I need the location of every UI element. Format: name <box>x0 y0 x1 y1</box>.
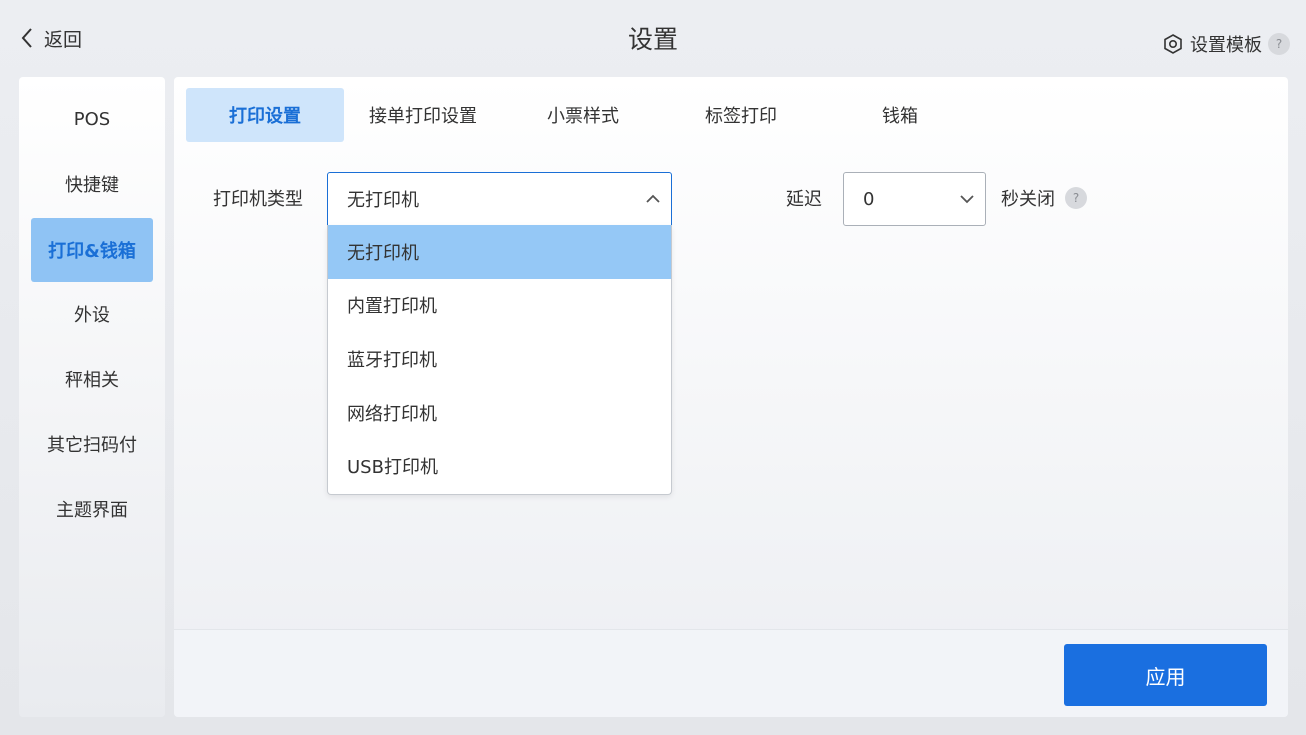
sidebar: POS 快捷键 打印&钱箱 外设 秤相关 其它扫码付 主题界面 <box>19 77 165 717</box>
delay-suffix-label: 秒关闭 <box>1001 189 1055 210</box>
main-panel: 打印设置 接单打印设置 小票样式 标签打印 钱箱 打印机类型 无打印机 无打印机… <box>174 77 1288 717</box>
hexagon-gear-icon <box>1164 34 1182 54</box>
chevron-down-icon <box>960 195 974 204</box>
printer-type-value: 无打印机 <box>347 190 419 211</box>
option-usb-printer[interactable]: USB打印机 <box>328 439 671 493</box>
apply-button[interactable]: 应用 <box>1064 644 1267 706</box>
printer-type-label: 打印机类型 <box>213 189 303 210</box>
sidebar-item-pos[interactable]: POS <box>31 87 153 151</box>
option-bluetooth-printer[interactable]: 蓝牙打印机 <box>328 332 671 386</box>
delay-select[interactable]: 0 <box>843 172 986 226</box>
tab-label-print[interactable]: 标签打印 <box>662 88 820 142</box>
settings-template-button[interactable]: 设置模板 ? <box>1162 30 1290 58</box>
tab-cashbox[interactable]: 钱箱 <box>821 88 979 142</box>
tab-order-print-settings[interactable]: 接单打印设置 <box>344 88 502 142</box>
sidebar-item-scale[interactable]: 秤相关 <box>31 347 153 411</box>
help-icon[interactable]: ? <box>1268 33 1290 55</box>
tab-print-settings[interactable]: 打印设置 <box>186 88 344 142</box>
footer-bar: 应用 <box>174 629 1288 717</box>
sidebar-item-shortcuts[interactable]: 快捷键 <box>31 152 153 216</box>
sidebar-item-other-scan-pay[interactable]: 其它扫码付 <box>31 412 153 476</box>
delay-label: 延迟 <box>786 189 822 210</box>
option-network-printer[interactable]: 网络打印机 <box>328 386 671 440</box>
settings-template-label: 设置模板 <box>1190 35 1262 56</box>
printer-type-select[interactable]: 无打印机 <box>327 172 672 226</box>
delay-help-icon[interactable]: ? <box>1065 187 1087 209</box>
delay-suffix-group: 秒关闭 ? <box>1001 185 1087 211</box>
sidebar-item-theme[interactable]: 主题界面 <box>31 477 153 541</box>
page-title: 设置 <box>627 25 678 54</box>
printer-type-dropdown: 无打印机 内置打印机 蓝牙打印机 网络打印机 USB打印机 <box>327 225 672 495</box>
option-builtin-printer[interactable]: 内置打印机 <box>328 279 671 333</box>
chevron-up-icon <box>646 194 660 203</box>
sidebar-item-peripherals[interactable]: 外设 <box>31 282 153 346</box>
delay-value: 0 <box>863 188 875 210</box>
option-no-printer[interactable]: 无打印机 <box>328 225 671 279</box>
tab-receipt-style[interactable]: 小票样式 <box>504 88 662 142</box>
sidebar-item-print-cashbox[interactable]: 打印&钱箱 <box>31 218 153 282</box>
